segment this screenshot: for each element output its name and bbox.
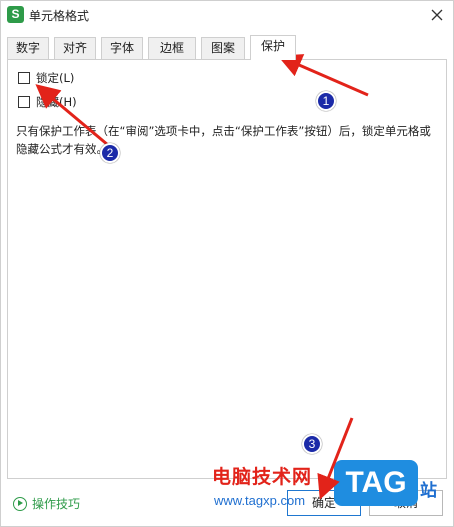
tab-strip: 数字 对齐 字体 边框 图案 保护	[7, 35, 447, 60]
lock-option[interactable]: 锁定(L)	[18, 70, 74, 86]
lock-label: 锁定(L)	[36, 71, 75, 85]
watermark-site: 站	[420, 481, 437, 501]
spreadsheet-app-icon: S	[7, 6, 24, 23]
protection-note: 只有保护工作表（在“审阅”选项卡中，点击“保护工作表”按钮）后，锁定单元格或隐藏…	[16, 124, 431, 156]
tips-link[interactable]: 操作技巧	[13, 495, 80, 512]
tab-protection[interactable]: 保护	[250, 35, 296, 60]
dialog-title: 单元格格式	[29, 9, 90, 23]
close-button[interactable]	[426, 4, 448, 26]
tab-pattern[interactable]: 图案	[201, 37, 245, 59]
hide-checkbox[interactable]	[18, 96, 30, 108]
close-icon	[431, 9, 443, 21]
annotation-badge-1: 1	[316, 91, 336, 111]
hide-option[interactable]: 隐藏(H)	[18, 94, 77, 110]
hide-label: 隐藏(H)	[36, 95, 77, 109]
tab-border[interactable]: 边框	[148, 37, 196, 59]
tab-alignment[interactable]: 对齐	[54, 37, 96, 59]
dialog-window: S 单元格格式 数字 对齐 字体 边框 图案 保护 锁定(L) 隐藏(H) 只有…	[0, 0, 454, 527]
watermark-text: 电脑技术网	[212, 466, 313, 488]
title-bar: S 单元格格式	[1, 1, 453, 29]
play-circle-icon	[13, 496, 27, 511]
tips-label: 操作技巧	[32, 497, 81, 511]
annotation-badge-3: 3	[302, 434, 322, 454]
tab-number[interactable]: 数字	[7, 37, 49, 59]
watermark-logo: TAG	[334, 460, 418, 506]
protection-panel: 锁定(L) 隐藏(H) 只有保护工作表（在“审阅”选项卡中，点击“保护工作表”按…	[7, 59, 447, 479]
lock-checkbox[interactable]	[18, 72, 30, 84]
watermark-url: www.tagxp.com	[214, 493, 306, 508]
annotation-badge-2: 2	[100, 143, 120, 163]
tab-font[interactable]: 字体	[101, 37, 143, 59]
